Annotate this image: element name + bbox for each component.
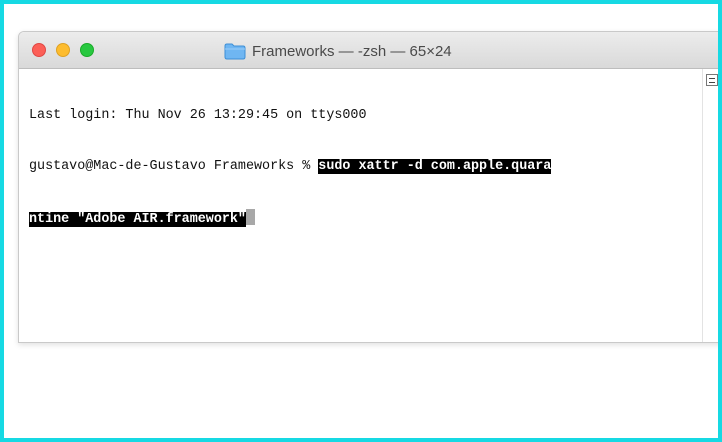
vertical-scrollbar[interactable] (702, 69, 718, 342)
window-titlebar[interactable]: Frameworks — -zsh — 65×24 (19, 32, 718, 69)
last-login-line: Last login: Thu Nov 26 13:29:45 on ttys0… (29, 107, 697, 124)
close-button[interactable] (32, 43, 46, 57)
terminal-output[interactable]: Last login: Thu Nov 26 13:29:45 on ttys0… (29, 73, 697, 260)
window-title: Frameworks — -zsh — 65×24 (252, 42, 452, 60)
shell-prompt: gustavo@Mac-de-Gustavo Frameworks % (29, 159, 319, 174)
minimize-button[interactable] (56, 43, 70, 57)
scroll-handle-icon[interactable] (706, 74, 718, 86)
selected-command-part-1[interactable]: sudo xattr -d com.apple.quara (318, 159, 552, 174)
window-title-group: Frameworks — -zsh — 65×24 (224, 41, 452, 61)
screenshot-frame: Frameworks — -zsh — 65×24 Last login: Th… (0, 0, 722, 442)
terminal-window: Frameworks — -zsh — 65×24 Last login: Th… (18, 31, 718, 343)
terminal-content[interactable]: Last login: Thu Nov 26 13:29:45 on ttys0… (19, 69, 718, 342)
selected-command-part-2[interactable]: ntine "Adobe AIR.framework" (29, 212, 246, 227)
text-cursor (245, 209, 255, 225)
command-line: gustavo@Mac-de-Gustavo Frameworks % sudo… (29, 158, 697, 175)
zoom-button[interactable] (80, 43, 94, 57)
last-login-text: Last login: Thu Nov 26 13:29:45 on ttys0… (29, 108, 367, 123)
folder-icon (224, 43, 246, 60)
command-line-wrap: ntine "Adobe AIR.framework" (29, 209, 697, 227)
